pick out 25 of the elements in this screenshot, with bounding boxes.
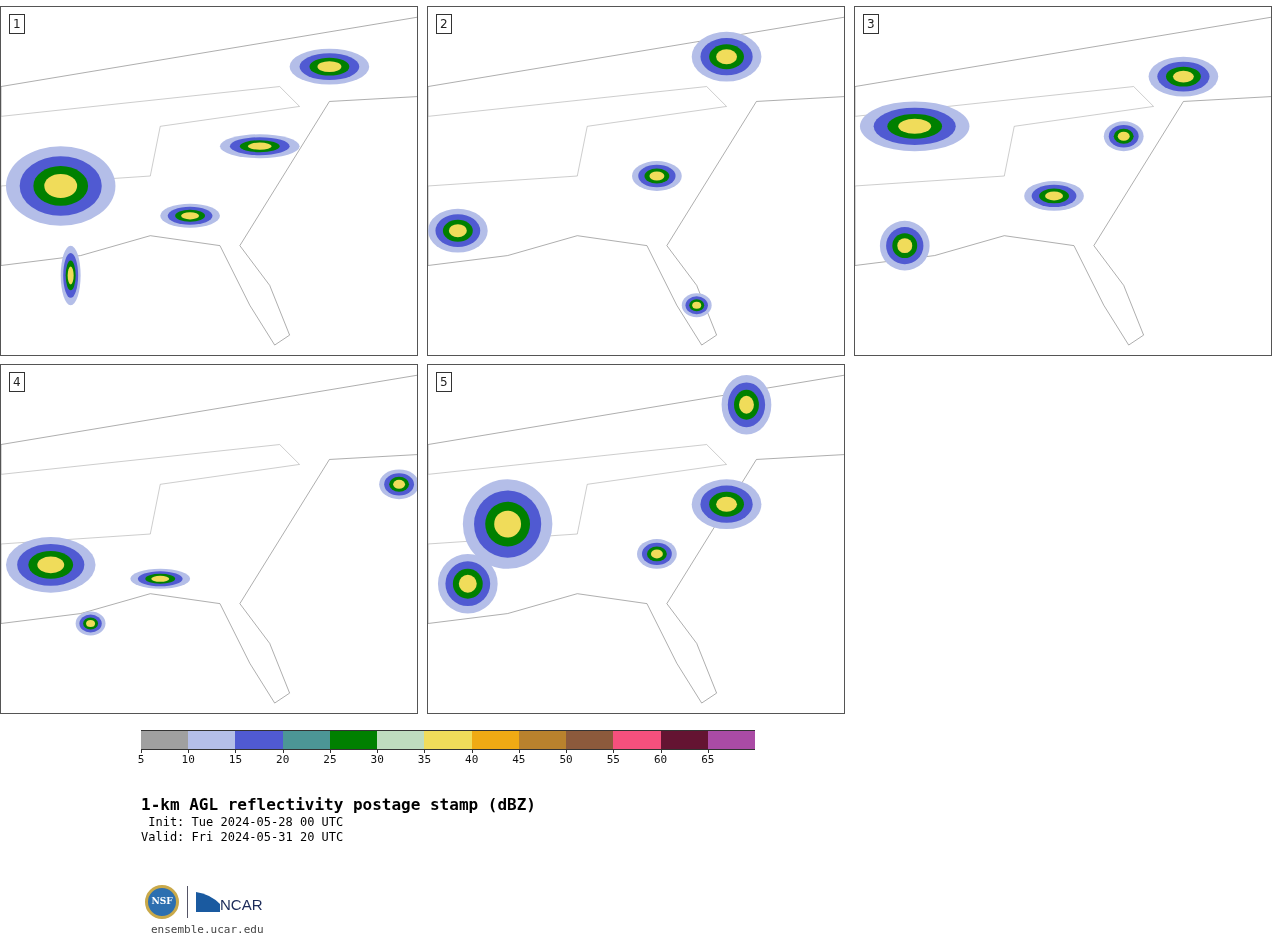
panel-number: 3: [863, 14, 879, 34]
panel-number: 4: [9, 372, 25, 392]
init-time: Init: Tue 2024-05-28 00 UTC: [147, 815, 345, 830]
nsf-logo: NSF: [145, 885, 179, 919]
tick-label: 40: [465, 753, 479, 766]
tick-label: 50: [559, 753, 573, 766]
chart-title: 1-km AGL reflectivity postage stamp (dBZ): [141, 795, 537, 815]
tick-label: 10: [181, 753, 195, 766]
tick-label: 35: [417, 753, 432, 766]
valid-time: Valid: Fri 2024-05-31 20 UTC: [141, 830, 345, 845]
tick-label: 5: [137, 753, 145, 766]
tick-label: 60: [653, 753, 668, 766]
swoosh-icon: [196, 892, 220, 912]
tick-label: 30: [370, 753, 384, 766]
tick-label: 45: [512, 753, 526, 766]
tick-label: 15: [228, 753, 243, 766]
tick-label: 55: [606, 753, 620, 766]
panel-number: 5: [436, 372, 452, 392]
site-url: ensemble.ucar.edu: [151, 923, 265, 936]
ncar-logo: NCAR: [196, 892, 263, 912]
tick-label: 25: [323, 753, 337, 766]
tick-label: 20: [276, 753, 290, 766]
panel-number: 1: [9, 14, 25, 34]
tick-label: 65: [701, 753, 715, 766]
panel-number: 2: [436, 14, 452, 34]
